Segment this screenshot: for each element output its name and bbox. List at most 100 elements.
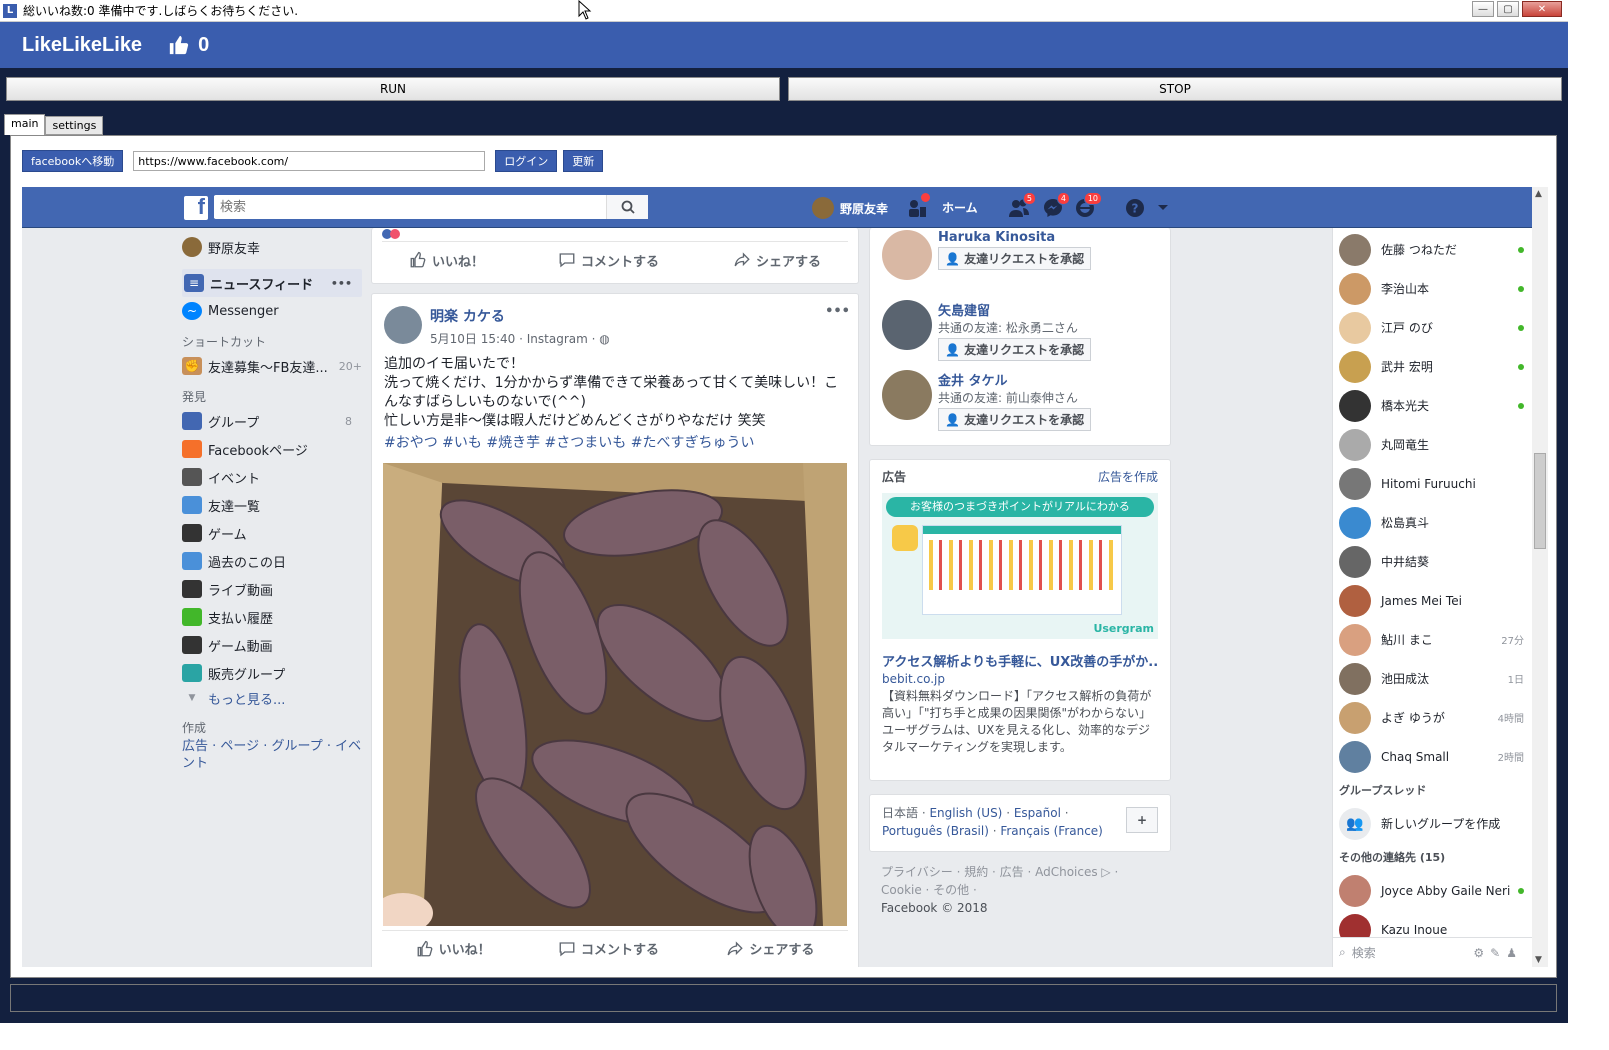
chat-contact[interactable]: Hitomi Furuuchi <box>1333 464 1532 503</box>
browser-scrollbar[interactable]: ▲ ▼ <box>1532 187 1548 967</box>
avatar[interactable] <box>882 370 932 420</box>
app-window: LikeLikeLike 0 RUN STOP main settings fa… <box>0 22 1568 1023</box>
nav-discover-item[interactable]: イベント <box>182 463 362 491</box>
ad-domain[interactable]: bebit.co.jp <box>882 672 1158 686</box>
chat-options-icons[interactable]: ⚙✎♟ <box>1473 946 1523 960</box>
chat-contact[interactable]: 李治山本 <box>1333 269 1532 308</box>
ad-title[interactable]: アクセス解析よりも手軽に、UX改善の手がか... <box>882 651 1158 670</box>
nav-messenger[interactable]: ~ Messenger <box>182 297 362 325</box>
chat-contact[interactable]: よぎ ゆうが 4時間 <box>1333 698 1532 737</box>
chat-contact[interactable]: 池田成汰 1日 <box>1333 659 1532 698</box>
nav-discover-item[interactable]: 支払い履歴 <box>182 603 362 631</box>
facebook-logo-icon[interactable]: f <box>184 196 208 220</box>
see-more-label: もっと見る... <box>208 692 286 708</box>
nav-discover-item[interactable]: 過去のこの日 <box>182 547 362 575</box>
chat-contact[interactable]: 丸岡竜生 <box>1333 425 1532 464</box>
chat-contact[interactable]: 江戸 のび <box>1333 308 1532 347</box>
browser-toolbar: facebookへ移動 ログイン 更新 <box>22 150 604 172</box>
url-input[interactable] <box>133 151 486 171</box>
create-ad-link[interactable]: 広告を作成 <box>1098 468 1158 485</box>
chat-contact[interactable]: 橋本光夫 <box>1333 386 1532 425</box>
nav-discover-item[interactable]: 友達一覧 <box>182 491 362 519</box>
chat-contact[interactable]: 佐藤 つねただ <box>1333 230 1532 269</box>
comment-button[interactable]: コメントする <box>558 939 659 958</box>
chat-contact[interactable]: Chaq Small 2時間 <box>1333 737 1532 776</box>
post-author-avatar[interactable] <box>384 306 422 344</box>
footer-links[interactable]: プライバシー · 規約 · 広告 · AdChoices ▷ · <box>881 863 1118 881</box>
tab-main[interactable]: main <box>4 114 46 135</box>
run-button[interactable]: RUN <box>6 77 780 101</box>
chevron-down-icon[interactable] <box>1156 200 1170 214</box>
share-button[interactable]: シェアする <box>726 939 814 958</box>
contact-name: 池田成汰 <box>1381 672 1430 686</box>
post-hashtags[interactable]: #おやつ #いも #焼き芋 #さつまいも #たべすぎちゅうい <box>384 434 846 453</box>
help-icon[interactable]: ? <box>1124 197 1146 219</box>
nav-discover-item[interactable]: グループ 8 <box>182 407 362 435</box>
language-link[interactable]: Français (France) <box>1000 824 1103 838</box>
avatar[interactable] <box>882 230 932 280</box>
footer-links[interactable]: Cookie · その他 · <box>881 881 1118 899</box>
more-options-icon[interactable]: ••• <box>331 277 352 290</box>
messenger-icon[interactable]: 4 <box>1042 192 1070 219</box>
chat-contact[interactable]: 武井 宏明 <box>1333 347 1532 386</box>
post-actions: いいね！ コメントする シェアする <box>382 930 848 966</box>
find-friends-icon[interactable] <box>906 193 930 219</box>
scroll-down-icon[interactable]: ▼ <box>1535 955 1542 965</box>
chat-contact[interactable]: 松島真斗 <box>1333 503 1532 542</box>
minimize-button[interactable]: — <box>1472 1 1494 17</box>
goto-facebook-button[interactable]: facebookへ移動 <box>22 150 124 172</box>
home-link[interactable]: ホーム <box>942 199 978 216</box>
contact-name: 李治山本 <box>1381 282 1430 296</box>
language-link[interactable]: Español <box>1014 806 1061 820</box>
maximize-button[interactable]: ▢ <box>1497 1 1519 17</box>
like-button[interactable]: いいね！ <box>409 251 484 270</box>
close-button[interactable]: ✕ <box>1522 1 1562 17</box>
create-links[interactable]: 広告 · ページ · グループ · イベント <box>182 738 362 772</box>
accept-request-button[interactable]: 👤 友達リクエストを承認 <box>938 408 1092 431</box>
nav-discover-item[interactable]: Facebookページ <box>182 435 362 463</box>
post-options-icon[interactable]: ••• <box>825 304 850 319</box>
nav-discover-item[interactable]: ライブ動画 <box>182 575 362 603</box>
refresh-button[interactable]: 更新 <box>563 150 604 172</box>
other-contacts-heading: その他の連絡先 (15) <box>1339 851 1446 864</box>
nav-discover-item[interactable]: ゲーム動画 <box>182 631 362 659</box>
chat-contact[interactable]: Joyce Abby Gaile Neri <box>1333 871 1532 910</box>
chat-contact[interactable]: 中井結葵 <box>1333 542 1532 581</box>
nav-discover-item[interactable]: ゲーム <box>182 519 362 547</box>
requester-name[interactable]: 矢島建留 <box>938 300 1091 319</box>
requester-name[interactable]: 金井 タケル <box>938 370 1091 389</box>
chat-search[interactable]: ⌕ 検索 ⚙✎♟ <box>1333 937 1533 967</box>
nav-discover-item[interactable]: 販売グループ <box>182 659 362 687</box>
avatar[interactable] <box>882 300 932 350</box>
nav-profile[interactable]: 野原友幸 <box>182 233 362 261</box>
fb-profile-link[interactable]: 野原友幸 <box>812 197 888 219</box>
nav-shortcut-group[interactable]: ✊ 友達募集～FB友達... 20+ <box>182 352 362 380</box>
search-button[interactable] <box>606 195 648 219</box>
post-photo[interactable] <box>383 463 847 926</box>
post-author[interactable]: 明楽 カケる <box>430 306 610 326</box>
chat-contact[interactable]: 鮎川 まこ 27分 <box>1333 620 1532 659</box>
friend-requests-icon[interactable]: 5 <box>1008 192 1036 219</box>
fb-search-input[interactable] <box>214 196 606 218</box>
notifications-icon[interactable]: 10 <box>1074 192 1102 219</box>
nav-newsfeed[interactable]: ≡ ニュースフィード ••• <box>182 269 362 297</box>
chat-contact[interactable]: James Mei Tei <box>1333 581 1532 620</box>
see-more-link[interactable]: ▼ もっと見る... <box>182 687 362 709</box>
scroll-up-icon[interactable]: ▲ <box>1535 189 1542 199</box>
share-button[interactable]: シェアする <box>733 251 821 270</box>
tab-settings[interactable]: settings <box>45 116 104 135</box>
requester-name[interactable]: Haruka Kinosita <box>938 230 1091 245</box>
comment-button[interactable]: コメントする <box>558 251 659 270</box>
accept-request-button[interactable]: 👤 友達リクエストを承認 <box>938 338 1092 361</box>
language-link[interactable]: Português (Brasil) <box>882 824 989 838</box>
like-button[interactable]: いいね！ <box>416 939 491 958</box>
accept-request-button[interactable]: 👤 友達リクエストを承認 <box>938 247 1092 270</box>
stop-button[interactable]: STOP <box>788 77 1562 101</box>
login-button[interactable]: ログイン <box>495 150 558 172</box>
add-language-button[interactable]: + <box>1126 807 1158 833</box>
new-group-button[interactable]: 👥 新しいグループを作成 <box>1333 804 1532 843</box>
scrollbar-thumb[interactable] <box>1534 453 1546 549</box>
like-label: いいね！ <box>438 943 491 958</box>
ad-image[interactable]: お客様のつまづきポイントがリアルにわかる Usergram <box>882 493 1158 639</box>
language-link[interactable]: English (US) <box>929 806 1002 820</box>
